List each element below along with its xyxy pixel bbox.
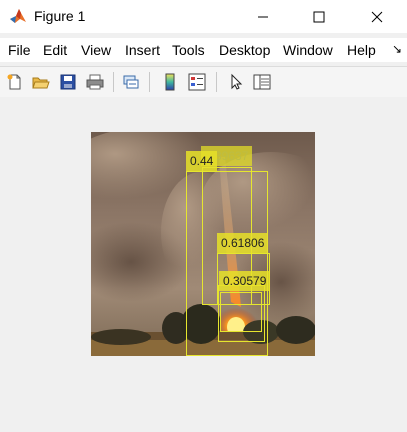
figure-toolbar	[0, 66, 407, 98]
window-title: Figure 1	[34, 8, 86, 24]
select-arrow-icon	[231, 73, 243, 90]
print-button[interactable]	[84, 71, 106, 93]
print-icon	[86, 74, 104, 90]
insert-colorbar-button[interactable]	[159, 71, 181, 93]
select-arrow-button[interactable]	[225, 71, 247, 93]
menu-desktop[interactable]: Desktop	[219, 42, 270, 58]
open-file-button[interactable]	[30, 71, 52, 93]
minimize-button[interactable]	[240, 0, 285, 33]
new-figure-icon	[7, 74, 21, 90]
menu-file[interactable]: File	[8, 42, 31, 58]
insert-colorbar-icon	[165, 73, 175, 91]
link-plot-button[interactable]	[120, 71, 142, 93]
menu-overflow-icon[interactable]: ↘	[392, 42, 402, 56]
property-inspector-icon	[253, 74, 271, 90]
menu-help[interactable]: Help	[347, 42, 376, 58]
save-icon	[60, 74, 76, 90]
maximize-button[interactable]	[296, 0, 341, 33]
insert-legend-button[interactable]	[186, 71, 208, 93]
toolbar-separator	[216, 72, 217, 92]
maximize-icon	[313, 11, 324, 22]
open-file-icon	[32, 77, 50, 89]
menu-bar: File Edit View Insert Tools Desktop Wind…	[0, 38, 407, 62]
new-figure-button[interactable]	[4, 71, 26, 93]
toolbar-separator	[113, 72, 114, 92]
minimize-icon	[257, 16, 268, 17]
toolbar-separator	[149, 72, 150, 92]
menu-view[interactable]: View	[81, 42, 111, 58]
detection-score-label: 0.30579	[219, 271, 271, 291]
close-icon	[371, 11, 382, 22]
save-button[interactable]	[57, 71, 79, 93]
matlab-logo-icon	[9, 7, 27, 25]
detection-score-label: 0.61806	[217, 233, 269, 253]
menu-edit[interactable]: Edit	[43, 42, 67, 58]
title-bar: Figure 1	[0, 0, 407, 33]
property-inspector-button[interactable]	[251, 71, 273, 93]
menu-window[interactable]: Window	[283, 42, 333, 58]
menu-tools[interactable]: Tools	[172, 42, 205, 58]
close-button[interactable]	[354, 0, 399, 33]
menu-insert[interactable]: Insert	[125, 42, 160, 58]
link-plot-icon	[123, 75, 139, 89]
insert-legend-icon	[188, 73, 206, 91]
detection-score-label: 0.44	[186, 151, 218, 171]
